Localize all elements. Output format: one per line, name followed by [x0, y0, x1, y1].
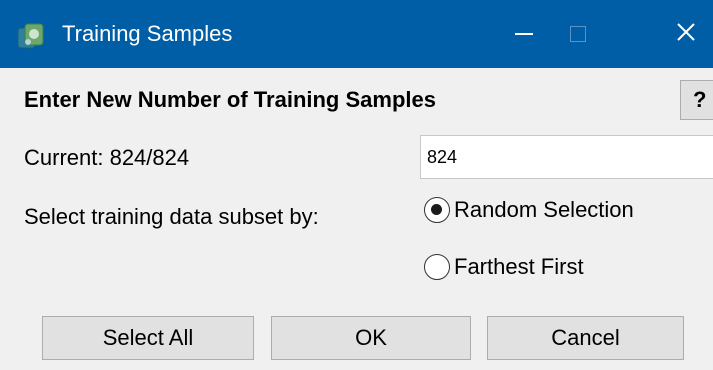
cancel-button[interactable]: Cancel — [487, 316, 684, 360]
maximize-icon — [570, 26, 586, 42]
subset-label: Select training data subset by: — [24, 204, 319, 229]
close-icon — [676, 22, 696, 47]
farthest-first-option[interactable]: Farthest First — [424, 254, 584, 280]
maximize-button[interactable] — [551, 0, 605, 68]
select-all-button[interactable]: Select All — [42, 316, 254, 360]
random-selection-option[interactable]: Random Selection — [424, 197, 634, 223]
training-samples-dialog: Training Samples Enter New Number of Tra… — [0, 0, 713, 370]
farthest-first-label: Farthest First — [454, 254, 584, 279]
window-title: Training Samples — [62, 21, 233, 46]
minimize-icon — [515, 33, 533, 35]
close-button[interactable] — [659, 0, 713, 68]
ok-button[interactable]: OK — [271, 316, 471, 360]
help-button[interactable]: ? — [680, 80, 713, 120]
dialog-content: Enter New Number of Training Samples ? C… — [0, 68, 713, 370]
samples-input[interactable]: 824 — [420, 135, 713, 179]
title-bar: Training Samples — [0, 0, 713, 68]
radio-random-selection[interactable] — [424, 197, 450, 223]
app-icon — [16, 20, 48, 52]
current-samples-label: Current: 824/824 — [24, 145, 190, 170]
minimize-button[interactable] — [497, 0, 551, 68]
random-selection-label: Random Selection — [454, 197, 634, 222]
dialog-heading: Enter New Number of Training Samples — [24, 87, 436, 112]
radio-farthest-first[interactable] — [424, 254, 450, 280]
